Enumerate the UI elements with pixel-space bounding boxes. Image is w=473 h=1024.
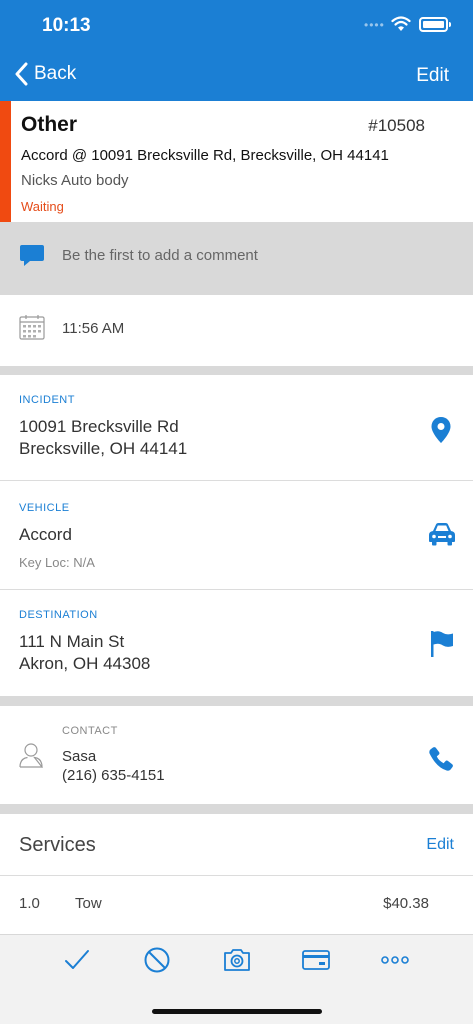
vehicle-label: VEHICLE <box>19 502 70 514</box>
contact-section[interactable]: CONTACT Sasa (216) 635-4151 <box>0 706 473 804</box>
comment-row[interactable]: Be the first to add a comment <box>0 222 473 295</box>
more-icon[interactable] <box>381 955 409 965</box>
services-title: Services <box>19 834 96 856</box>
back-label: Back <box>34 63 77 84</box>
credit-card-icon[interactable] <box>302 950 330 970</box>
section-separator <box>0 366 473 375</box>
vehicle-name: Accord <box>19 525 72 544</box>
car-icon[interactable] <box>428 522 456 546</box>
flag-icon[interactable] <box>430 630 454 658</box>
service-name: Tow <box>75 895 102 912</box>
incident-address-line1: 10091 Brecksville Rd <box>19 417 179 436</box>
services-edit-button[interactable]: Edit <box>426 836 454 854</box>
destination-address-line1: 111 N Main St <box>19 632 125 651</box>
incident-address-line2: Brecksville, OH 44141 <box>19 439 188 458</box>
schedule-row[interactable]: 11:56 AM <box>0 295 473 366</box>
cancel-icon[interactable] <box>144 947 170 973</box>
status-badge: Waiting <box>21 199 64 214</box>
contact-phone: (216) 635-4151 <box>62 767 165 784</box>
back-button[interactable]: Back <box>14 62 76 86</box>
section-separator <box>0 696 473 706</box>
signal-icon: •••• <box>364 18 385 32</box>
incident-section[interactable]: INCIDENT 10091 Brecksville Rd Brecksvill… <box>0 375 473 480</box>
comment-placeholder: Be the first to add a comment <box>62 247 258 264</box>
check-icon[interactable] <box>64 947 90 973</box>
wifi-icon <box>391 16 411 31</box>
contact-label: CONTACT <box>62 725 118 737</box>
destination-label: DESTINATION <box>19 609 98 621</box>
vehicle-section[interactable]: VEHICLE Accord Key Loc: N/A <box>0 481 473 589</box>
map-pin-icon[interactable] <box>430 416 452 444</box>
vehicle-key-location: Key Loc: N/A <box>19 555 95 570</box>
phone-icon[interactable] <box>428 746 454 772</box>
job-account: Nicks Auto body <box>21 172 129 189</box>
battery-icon <box>419 17 448 32</box>
list-item[interactable]: 1.0 Tow $40.38 <box>0 876 473 934</box>
chevron-left-icon <box>15 62 28 86</box>
job-number: #10508 <box>368 116 425 135</box>
contact-name: Sasa <box>62 748 97 765</box>
incident-label: INCIDENT <box>19 394 75 406</box>
camera-icon[interactable] <box>223 948 251 972</box>
top-bar: 10:13 •••• Back Edit <box>0 0 473 101</box>
status-time: 10:13 <box>42 15 91 36</box>
battery-nub <box>449 22 451 27</box>
edit-button[interactable]: Edit <box>416 65 449 87</box>
destination-address-line2: Akron, OH 44308 <box>19 654 151 673</box>
schedule-time: 11:56 AM <box>62 320 125 337</box>
calendar-icon <box>19 315 45 340</box>
services-header: Services Edit <box>0 814 473 875</box>
service-price: $40.38 <box>383 895 429 912</box>
job-type: Other <box>21 113 78 136</box>
section-separator <box>0 804 473 814</box>
home-indicator <box>152 1009 322 1014</box>
comment-icon <box>20 245 44 266</box>
service-qty: 1.0 <box>19 895 40 912</box>
person-icon <box>19 743 43 768</box>
job-vehicle-location: Accord @ 10091 Brecksville Rd, Brecksvil… <box>21 147 389 164</box>
job-header: Other #10508 Accord @ 10091 Brecksville … <box>0 101 473 222</box>
status-color-bar <box>0 101 11 222</box>
destination-section[interactable]: DESTINATION 111 N Main St Akron, OH 4430… <box>0 590 473 696</box>
